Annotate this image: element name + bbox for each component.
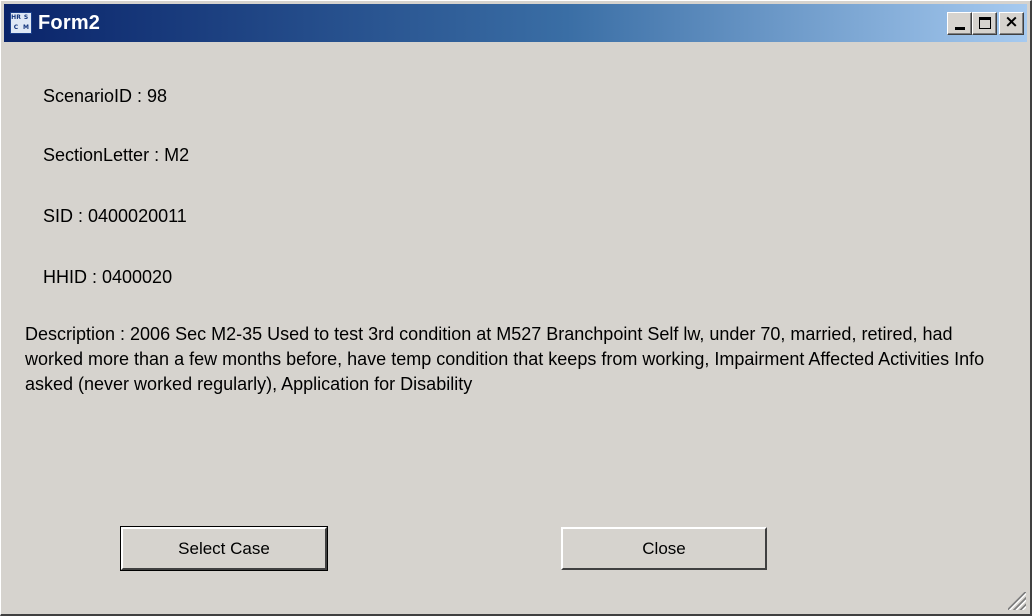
close-icon: × xyxy=(1004,12,1019,32)
minimize-icon xyxy=(955,27,965,30)
app-icon[interactable]: HR S C M xyxy=(10,12,32,34)
maximize-button[interactable] xyxy=(972,12,997,35)
hhid-label: HHID : 0400020 xyxy=(43,267,173,287)
description-text: Description : 2006 Sec M2-35 Used to tes… xyxy=(25,324,985,394)
title-bar-buttons: × xyxy=(947,12,1024,35)
close-window-button[interactable]: × xyxy=(999,12,1024,35)
window-title: Form2 xyxy=(38,11,101,34)
select-case-button[interactable]: Select Case xyxy=(120,526,328,571)
minimize-button[interactable] xyxy=(947,12,972,35)
form2-window: HR S C M Form2 × ScenarioID : 98 Section… xyxy=(0,0,1032,616)
title-bar[interactable]: HR S C M Form2 × xyxy=(4,4,1027,42)
resize-grip-icon[interactable] xyxy=(1008,592,1026,610)
maximize-icon xyxy=(979,17,991,29)
scenario-id-label: ScenarioID : 98 xyxy=(43,86,168,106)
sid-label: SID : 0400020011 xyxy=(43,206,187,226)
close-button[interactable]: Close xyxy=(561,527,767,570)
section-letter-label: SectionLetter : M2 xyxy=(43,145,190,165)
